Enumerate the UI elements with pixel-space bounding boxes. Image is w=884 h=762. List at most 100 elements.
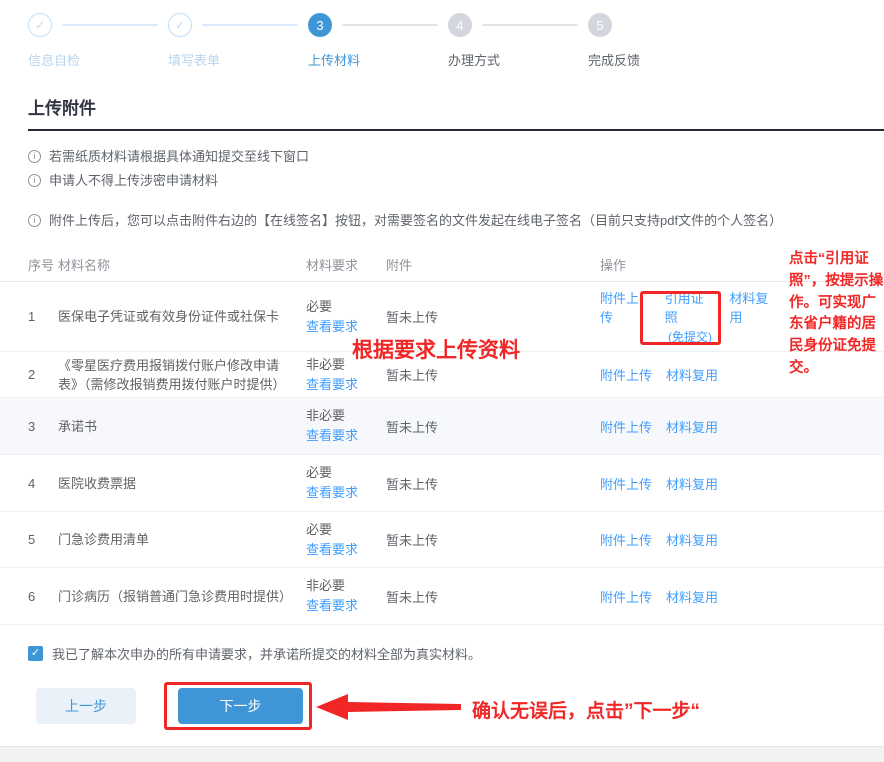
table-row: 2《零星医疗费用报销拨付账户修改申请表》（需修改报销费用拨付账户时提供）非必要查… <box>0 352 884 398</box>
action-link[interactable]: 材料复用 <box>729 288 780 326</box>
requirement-value: 必要 <box>306 297 386 317</box>
row-number: 1 <box>28 309 58 324</box>
page-title: 上传附件 <box>28 94 96 119</box>
step-label: 填写表单 <box>168 50 308 69</box>
view-requirement-link[interactable]: 查看要求 <box>306 319 358 334</box>
table-row: 3承诺书非必要查看要求暂未上传附件上传材料复用 <box>0 398 884 455</box>
agreement-text: 我已了解本次申办的所有申请要求，并承诺所提交的材料全部为真实材料。 <box>52 644 481 663</box>
table-row: 5门急诊费用清单必要查看要求暂未上传附件上传材料复用 <box>0 512 884 568</box>
note-text: 附件上传后，您可以点击附件右边的【在线签名】按钮，对需要签名的文件发起在线电子签… <box>49 210 782 231</box>
action-link[interactable]: 附件上传 <box>600 417 652 436</box>
step-label: 上传材料 <box>308 50 448 69</box>
view-requirement-link[interactable]: 查看要求 <box>306 428 358 443</box>
row-number: 4 <box>28 476 58 491</box>
step-connector <box>482 24 578 26</box>
cite-certificate-link[interactable]: 引用证照 <box>665 288 716 326</box>
note-item: i若需纸质材料请根据具体通知提交至线下窗口 <box>28 146 864 167</box>
attachment-status: 暂未上传 <box>386 587 600 606</box>
view-requirement-link[interactable]: 查看要求 <box>306 598 358 613</box>
material-requirement: 非必要查看要求 <box>306 355 386 395</box>
view-requirement-link[interactable]: 查看要求 <box>306 542 358 557</box>
material-name: 医保电子凭证或有效身份证件或社保卡 <box>58 307 306 326</box>
note-text: 申请人不得上传涉密申请材料 <box>49 170 218 191</box>
cite-certificate-sublabel: (免提交) <box>668 328 712 345</box>
action-link[interactable]: 附件上传 <box>600 288 651 326</box>
action-link[interactable]: 附件上传 <box>600 530 652 549</box>
requirement-value: 非必要 <box>306 406 386 426</box>
row-actions: 附件上传材料复用 <box>600 587 780 606</box>
action-link[interactable]: 附件上传 <box>600 587 652 606</box>
material-name: 《零星医疗费用报销拨付账户修改申请表》（需修改报销费用拨付账户时提供） <box>58 356 306 394</box>
step-row: ✓ <box>28 12 168 38</box>
title-divider <box>28 129 884 131</box>
attachment-status: 暂未上传 <box>386 530 600 549</box>
annotation-arrow-icon <box>316 692 462 722</box>
step-connector <box>342 24 438 26</box>
column-header-操作: 操作 <box>600 255 780 274</box>
action-link[interactable]: 附件上传 <box>600 365 652 384</box>
step-check-icon: ✓ <box>168 13 192 37</box>
action-link[interactable]: 材料复用 <box>666 365 718 384</box>
notes-group-a: i若需纸质材料请根据具体通知提交至线下窗口i申请人不得上传涉密申请材料 <box>28 146 864 191</box>
step-number: 3 <box>308 13 332 37</box>
agreement-checkbox[interactable]: ✓ <box>28 646 43 661</box>
attachment-status: 暂未上传 <box>386 474 600 493</box>
step-信息自检: ✓ 信息自检 <box>28 12 168 69</box>
step-label: 信息自检 <box>28 50 168 69</box>
material-name: 承诺书 <box>58 417 306 436</box>
step-row: ✓ <box>168 12 308 38</box>
action-link[interactable]: 附件上传 <box>600 474 652 493</box>
column-header-序号: 序号 <box>28 255 58 274</box>
material-requirement: 非必要查看要求 <box>306 406 386 446</box>
row-actions: 附件上传材料复用 <box>600 365 780 384</box>
table-body: 1医保电子凭证或有效身份证件或社保卡必要查看要求暂未上传附件上传引用证照(免提交… <box>0 282 884 625</box>
view-requirement-link[interactable]: 查看要求 <box>306 485 358 500</box>
step-label: 办理方式 <box>448 50 588 69</box>
step-number: 4 <box>448 13 472 37</box>
notes-group-b: i 附件上传后，您可以点击附件右边的【在线签名】按钮，对需要签名的文件发起在线电子… <box>28 210 864 231</box>
material-requirement: 必要查看要求 <box>306 463 386 503</box>
table-row: 4医院收费票据必要查看要求暂未上传附件上传材料复用 <box>0 455 884 512</box>
step-row: 3 <box>308 12 448 38</box>
action-link[interactable]: 材料复用 <box>666 474 718 493</box>
row-number: 5 <box>28 532 58 547</box>
wizard-buttons: 上一步 下一步 <box>36 688 303 724</box>
note-item: i申请人不得上传涉密申请材料 <box>28 170 864 191</box>
step-connector <box>62 24 158 26</box>
attachment-status: 暂未上传 <box>386 417 600 436</box>
prev-step-button[interactable]: 上一步 <box>36 688 136 724</box>
column-header-材料要求: 材料要求 <box>306 255 386 274</box>
action-link[interactable]: 材料复用 <box>666 417 718 436</box>
step-完成反馈: 5完成反馈 <box>588 12 640 69</box>
row-number: 6 <box>28 589 58 604</box>
action-link[interactable]: 材料复用 <box>666 530 718 549</box>
next-step-button[interactable]: 下一步 <box>178 688 303 724</box>
agreement-row: ✓ 我已了解本次申办的所有申请要求，并承诺所提交的材料全部为真实材料。 <box>28 644 481 663</box>
action-link[interactable]: 材料复用 <box>666 587 718 606</box>
requirement-value: 非必要 <box>306 576 386 596</box>
step-填写表单: ✓ 填写表单 <box>168 12 308 69</box>
material-requirement: 必要查看要求 <box>306 520 386 560</box>
attachment-status: 暂未上传 <box>386 365 600 384</box>
row-number: 3 <box>28 419 58 434</box>
table-row: 1医保电子凭证或有效身份证件或社保卡必要查看要求暂未上传附件上传引用证照(免提交… <box>0 282 884 352</box>
material-requirement: 必要查看要求 <box>306 297 386 337</box>
material-name: 门诊病历（报销普通门急诊费用时提供） <box>58 587 306 606</box>
row-actions: 附件上传材料复用 <box>600 417 780 436</box>
materials-table: 序号材料名称材料要求附件操作 1医保电子凭证或有效身份证件或社保卡必要查看要求暂… <box>0 248 884 625</box>
material-requirement: 非必要查看要求 <box>306 576 386 616</box>
step-number: 5 <box>588 13 612 37</box>
info-icon: i <box>28 150 41 163</box>
row-actions: 附件上传材料复用 <box>600 530 780 549</box>
annotation-next-step-tip: 确认无误后，点击”下一步“ <box>472 696 700 723</box>
view-requirement-link[interactable]: 查看要求 <box>306 377 358 392</box>
page-bottom-strip <box>0 746 884 762</box>
info-icon: i <box>28 214 41 227</box>
step-row: 4 <box>448 12 588 38</box>
requirement-value: 必要 <box>306 463 386 483</box>
step-办理方式: 4 办理方式 <box>448 12 588 69</box>
step-row: 5 <box>588 12 640 38</box>
table-header-row: 序号材料名称材料要求附件操作 <box>0 248 884 282</box>
material-name: 门急诊费用清单 <box>58 530 306 549</box>
step-indicator: ✓信息自检✓填写表单3上传材料4办理方式5完成反馈 <box>28 12 864 69</box>
